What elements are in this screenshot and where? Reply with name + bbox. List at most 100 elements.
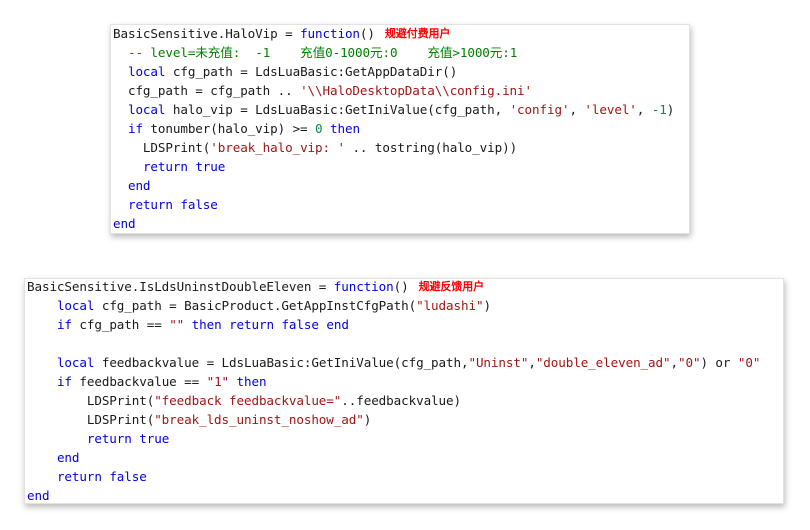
code-keyword: if: [56, 317, 72, 332]
code-line: end: [113, 214, 674, 233]
code-string: 'level': [584, 102, 637, 117]
code-text: ) or: [700, 355, 738, 370]
code-text: cfg_path = LdsLuaBasic:GetAppDataDir(): [165, 64, 458, 79]
annotation-label: 规避付费用户: [384, 27, 451, 40]
code-line: return false: [113, 195, 674, 214]
code-line: if tonumber(halo_vip) >= 0 then: [113, 119, 674, 138]
code-line: LDSPrint("break_lds_uninst_noshow_ad"): [27, 410, 760, 429]
code-snippet-uninst-double-eleven: BasicSensitive.IsLdsUninstDoubleEleven =…: [24, 278, 784, 504]
code-block: BasicSensitive.IsLdsUninstDoubleEleven =…: [27, 279, 760, 503]
code-keyword: return: [127, 197, 173, 212]
code-keyword: return: [229, 317, 274, 332]
code-string: "1": [206, 374, 230, 389]
code-text: ,: [636, 102, 652, 117]
code-keyword: local: [56, 298, 95, 313]
code-text: (): [393, 279, 409, 294]
code-keyword: local: [127, 102, 166, 117]
code-line: BasicSensitive.HaloVip = function() 规避付费用…: [113, 25, 674, 43]
code-keyword: end: [113, 216, 136, 231]
code-keyword: then: [330, 121, 360, 136]
code-text: LDSPrint(: [27, 412, 155, 427]
code-text: ,: [670, 355, 679, 370]
code-keyword: local: [127, 64, 166, 79]
code-keyword: false: [109, 469, 147, 484]
code-string: "": [169, 317, 185, 332]
code-keyword: false: [180, 197, 218, 212]
code-keyword: function: [333, 279, 394, 294]
code-keyword: false: [281, 317, 319, 332]
code-text: cfg_path = BasicProduct.GetAppInstCfgPat…: [94, 298, 417, 313]
code-keyword: end: [27, 488, 50, 503]
code-text: ..feedbackvalue): [341, 393, 461, 408]
code-keyword: end: [56, 450, 80, 465]
code-text: ): [666, 102, 675, 117]
code-string: "break_lds_uninst_noshow_ad": [154, 412, 364, 427]
code-text: feedbackvalue = LdsLuaBasic:GetIniValue(…: [94, 355, 469, 370]
code-keyword: return: [142, 159, 188, 174]
code-string: "ludashi": [416, 298, 484, 313]
code-text: LDSPrint(: [113, 140, 211, 155]
code-text: cfg_path ==: [71, 317, 170, 332]
code-comment: -- level=未充值: -1 充值0-1000元:0 充值>1000元:1: [113, 45, 518, 60]
code-keyword: end: [326, 317, 349, 332]
code-number: -1: [651, 102, 667, 117]
annotation-label: 规避反馈用户: [418, 280, 485, 293]
code-text: BasicSensitive.IsLdsUninstDoubleEleven =: [27, 279, 334, 294]
code-line: BasicSensitive.IsLdsUninstDoubleEleven =…: [27, 279, 760, 296]
code-text: (): [359, 26, 375, 41]
code-block: BasicSensitive.HaloVip = function() 规避付费用…: [113, 25, 674, 233]
code-text: cfg_path = cfg_path ..: [113, 83, 301, 98]
code-keyword: if: [56, 374, 72, 389]
code-line: if feedbackvalue == "1" then: [27, 372, 760, 391]
code-line: LDSPrint('break_halo_vip: ' .. tostring(…: [113, 138, 674, 157]
code-keyword: then: [191, 317, 222, 332]
code-line: local cfg_path = BasicProduct.GetAppInst…: [27, 296, 760, 315]
code-keyword: then: [236, 374, 267, 389]
code-line: local feedbackvalue = LdsLuaBasic:GetIni…: [27, 353, 760, 372]
code-string: '\\HaloDesktopData\\config.ini': [300, 83, 533, 98]
code-snippet-halo-vip: BasicSensitive.HaloVip = function() 规避付费用…: [110, 24, 690, 234]
code-line: local halo_vip = LdsLuaBasic:GetIniValue…: [113, 100, 674, 119]
code-line: if cfg_path == "" then return false end: [27, 315, 760, 334]
code-line: end: [27, 448, 760, 467]
code-line: return true: [113, 157, 674, 176]
code-text: ): [363, 412, 372, 427]
code-string: "Uninst": [468, 355, 529, 370]
code-text: tonumber(halo_vip) >=: [142, 121, 316, 136]
code-line: LDSPrint("feedback feedbackvalue="..feed…: [27, 391, 760, 410]
code-text: ,: [569, 102, 585, 117]
code-text: ): [483, 298, 491, 313]
code-line: end: [27, 486, 760, 503]
code-text: feedbackvalue ==: [71, 374, 207, 389]
code-line: end: [113, 176, 674, 195]
code-keyword: if: [127, 121, 143, 136]
code-string: "0": [677, 355, 701, 370]
code-text: LDSPrint(: [27, 393, 155, 408]
code-text: halo_vip = LdsLuaBasic:GetIniValue(cfg_p…: [165, 102, 510, 117]
code-string: "double_eleven_ad": [535, 355, 671, 370]
code-keyword: local: [56, 355, 95, 370]
code-number: 0: [315, 121, 323, 136]
code-text: .. tostring(halo_vip)): [344, 140, 518, 155]
code-text: ,: [528, 355, 536, 370]
code-keyword: true: [139, 431, 170, 446]
code-text: BasicSensitive.HaloVip =: [113, 26, 301, 41]
code-string: 'config': [509, 102, 570, 117]
